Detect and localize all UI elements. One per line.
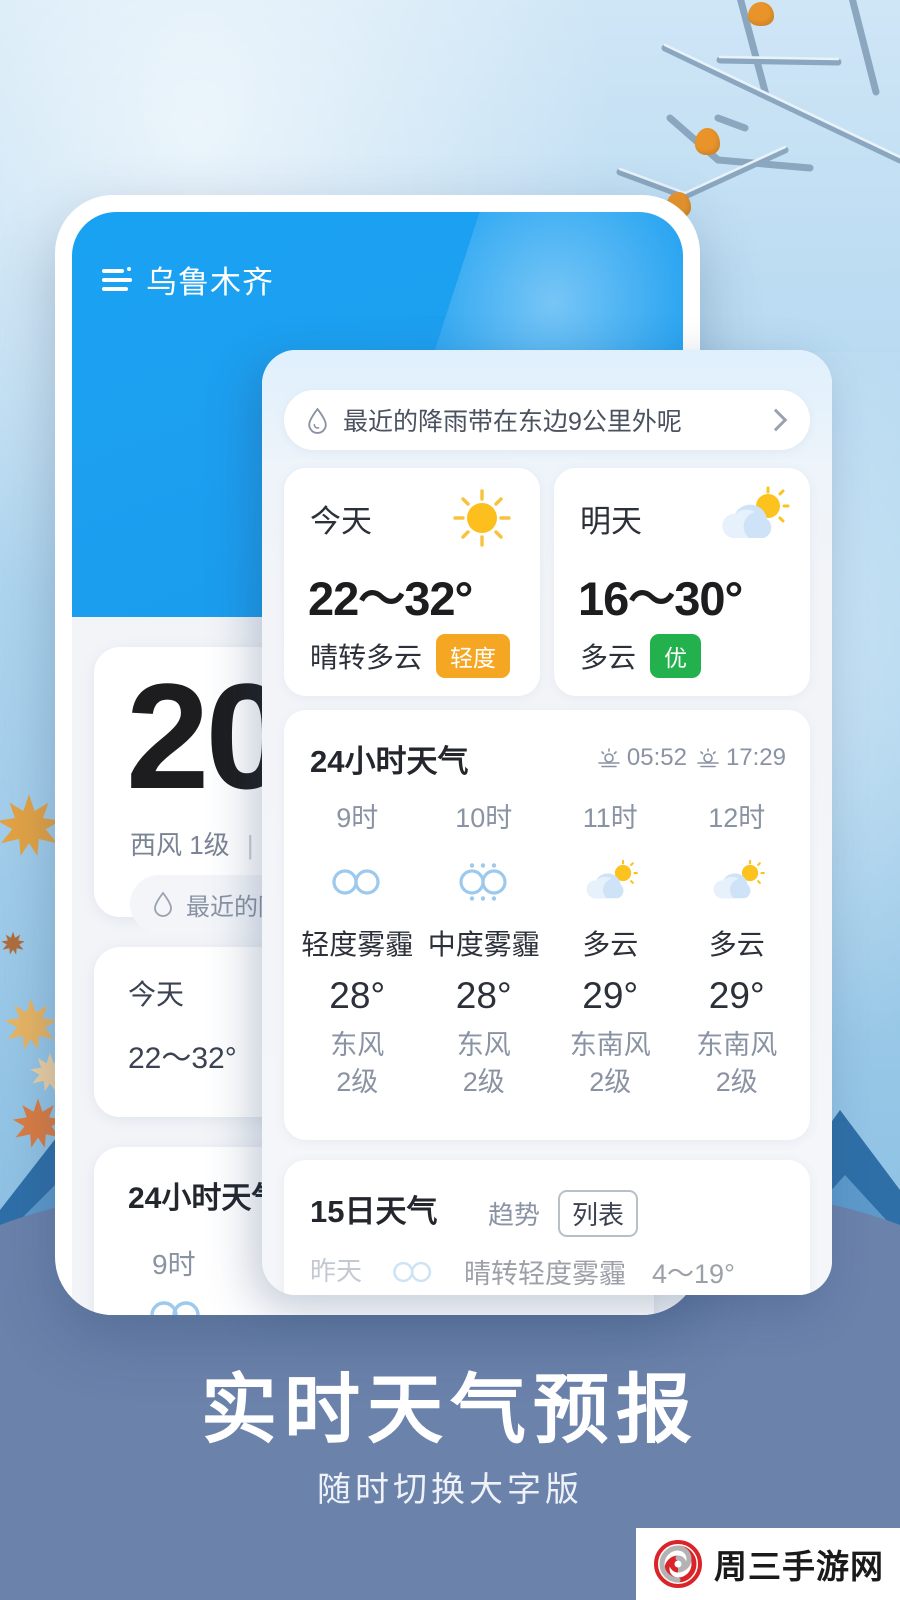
tomorrow-aqi-badge: 优 xyxy=(650,634,702,678)
tomorrow-temperature-range: 16～30° xyxy=(578,572,743,625)
forecast-day-label: 昨天 xyxy=(310,1255,363,1286)
hour-time: 11时 xyxy=(582,803,638,833)
tomorrow-card[interactable]: 明天 16～30° 多云 优 xyxy=(554,468,810,696)
hour-temperature: 28° xyxy=(455,975,512,1016)
today-label: 今天 xyxy=(128,979,185,1010)
tomorrow-label: 明天 xyxy=(580,504,642,539)
fifteen-day-card[interactable]: 15日天气 趋势 列表 昨天 晴转轻度雾霾 4～19° xyxy=(284,1160,810,1295)
hour-wind-level: 2级 xyxy=(589,1067,632,1098)
rain-alert-bar[interactable]: 最近的降雨带在东边9公里外呢 xyxy=(284,390,810,450)
promo-subline: 随时切换大字版 xyxy=(317,1471,583,1509)
city-name-label: 乌鲁木齐 xyxy=(146,265,274,300)
sunset-icon xyxy=(697,748,719,768)
haze-icon xyxy=(150,1301,200,1315)
hour-icon-wrap xyxy=(326,857,388,907)
fifteen-day-view-tabs: 趋势 列表 xyxy=(484,1190,639,1237)
hour-temperature: 28° xyxy=(329,975,386,1016)
sunrise-sunset-info: 05:52 17:29 xyxy=(598,744,786,772)
forecast-temperature: 4～19° xyxy=(652,1259,735,1289)
sunrise-time: 05:52 xyxy=(626,744,687,771)
wind-value: 西风 1级 xyxy=(130,830,230,860)
forecast-row[interactable]: 昨天 晴转轻度雾霾 4～19° xyxy=(310,1252,790,1291)
hour-wind-level: 2级 xyxy=(462,1067,505,1098)
sun-icon xyxy=(453,489,511,547)
partly-cloudy-icon xyxy=(713,860,765,899)
hour-time: 10时 xyxy=(455,803,513,833)
divider: | xyxy=(246,830,254,860)
hourly-time: 9时 xyxy=(152,1249,196,1280)
watermark-text: 周三手游网 xyxy=(714,1548,884,1585)
sunrise-group: 05:52 xyxy=(598,744,687,772)
hourly-column[interactable]: 9时 轻度雾霾 28° 东风 2级 xyxy=(294,796,421,1102)
hourly-forecast-title: 24小时天气 xyxy=(310,744,469,779)
sunset-group: 17:29 xyxy=(697,744,786,772)
hour-wind-level: 2级 xyxy=(336,1067,379,1098)
hourly-column[interactable]: 10时 中度雾霾 28° 东风 2级 xyxy=(421,796,548,1102)
hourly-title: 24小时天气 xyxy=(128,1182,282,1215)
hour-wind: 东风 2级 xyxy=(330,1027,384,1102)
hour-wind-direction: 东南风 xyxy=(696,1030,778,1060)
hour-condition: 多云 xyxy=(582,929,639,960)
tab-list[interactable]: 列表 xyxy=(558,1190,639,1237)
today-temperature-range: 22～32° xyxy=(308,572,473,625)
hour-icon-wrap xyxy=(706,857,768,907)
background-phone-topbar[interactable]: 乌鲁木齐 xyxy=(102,257,274,302)
hour-wind-level: 2级 xyxy=(715,1067,758,1098)
list-menu-icon[interactable] xyxy=(102,266,132,293)
branch-leaf-icon xyxy=(748,2,774,26)
partly-cloudy-icon xyxy=(722,486,790,538)
sunrise-icon xyxy=(598,748,620,768)
hour-wind: 东南风 2级 xyxy=(696,1027,777,1102)
tomorrow-footer: 多云 优 xyxy=(580,634,702,678)
hour-icon-wrap xyxy=(453,857,515,907)
hourly-columns: 9时 轻度雾霾 28° 东风 2级 10时 中度雾霾 28° 东风 2级 11时… xyxy=(294,796,800,1102)
hour-wind-direction: 东南风 xyxy=(569,1030,651,1060)
forecast-condition: 晴转轻度雾霾 xyxy=(464,1259,627,1289)
hourly-forecast-card[interactable]: 24小时天气 05:52 17:29 9时 轻度雾霾 28° 东风 2级 10时… xyxy=(284,710,810,1140)
promo-headline: 实时天气预报 xyxy=(201,1368,699,1453)
hourly-column[interactable]: 12时 多云 29° 东南风 2级 xyxy=(674,796,801,1102)
rain-alert-text: 最近的降雨带在东边9公里外呢 xyxy=(343,408,682,436)
today-card[interactable]: 今天 22～32° 晴转多云 轻度 xyxy=(284,468,540,696)
sunset-time: 17:29 xyxy=(725,744,786,771)
hour-wind: 东风 2级 xyxy=(457,1027,511,1102)
foreground-phone-screen: 最近的降雨带在东边9公里外呢 今天 22～32° 晴转多云 轻度 明天 16～3… xyxy=(262,350,832,1295)
water-drop-icon xyxy=(154,891,172,917)
water-drop-icon xyxy=(308,407,327,434)
haze-light-icon xyxy=(393,1261,432,1282)
spiral-logo-icon xyxy=(654,1540,702,1588)
hour-temperature: 29° xyxy=(708,975,765,1016)
hourly-column[interactable]: 11时 多云 29° 东南风 2级 xyxy=(547,796,674,1102)
hour-time: 12时 xyxy=(708,803,766,833)
today-condition: 晴转多云 xyxy=(310,642,423,673)
hour-wind-direction: 东风 xyxy=(456,1030,511,1060)
today-tomorrow-cards: 今天 22～32° 晴转多云 轻度 明天 16～30° 多云 优 xyxy=(284,468,810,696)
hour-condition: 轻度雾霾 xyxy=(301,929,414,960)
today-temperature: 22～32° xyxy=(128,1042,237,1075)
hour-temperature: 29° xyxy=(582,975,639,1016)
hour-time: 9时 xyxy=(336,803,379,833)
fifteen-day-title: 15日天气 xyxy=(310,1194,438,1229)
hour-condition: 中度雾霾 xyxy=(427,929,540,960)
site-watermark: 周三手游网 xyxy=(636,1528,900,1600)
promo-banner: 乌鲁木齐 20 西风 1级 | 体 最近的降雨 xyxy=(0,0,900,1600)
today-label: 今天 xyxy=(310,504,372,539)
branch-leaf-icon xyxy=(695,128,720,155)
haze-light-icon xyxy=(332,869,380,895)
partly-cloudy-icon xyxy=(587,860,639,899)
maple-leaf-icon xyxy=(1,931,25,955)
today-aqi-badge: 轻度 xyxy=(436,634,511,678)
hour-condition: 多云 xyxy=(708,929,765,960)
haze-moderate-icon xyxy=(459,863,507,901)
hour-icon-wrap xyxy=(579,857,641,907)
chevron-right-icon[interactable] xyxy=(764,408,788,432)
today-footer: 晴转多云 轻度 xyxy=(310,634,511,678)
tab-trend[interactable]: 趋势 xyxy=(484,1192,544,1235)
tomorrow-condition: 多云 xyxy=(580,642,637,673)
hour-wind-direction: 东风 xyxy=(330,1030,385,1060)
hour-wind: 东南风 2级 xyxy=(570,1027,651,1102)
